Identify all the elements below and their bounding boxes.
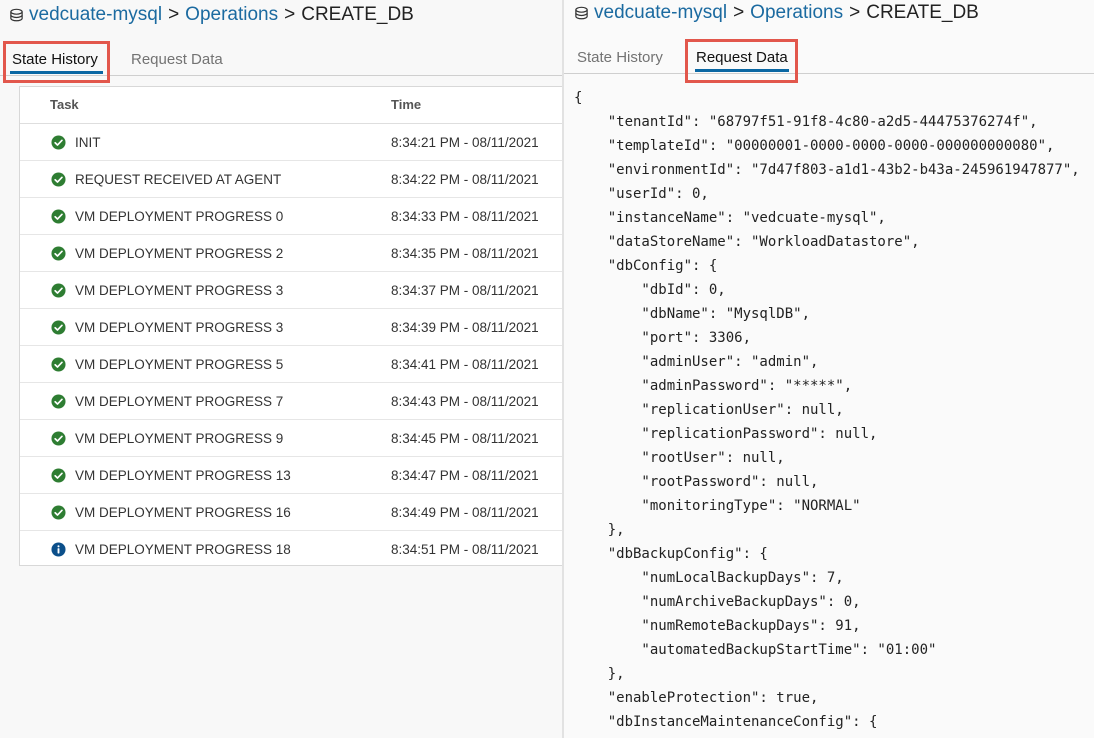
breadcrumb-current: CREATE_DB: [301, 4, 414, 25]
breadcrumb: vedcuate-mysql > Operations > CREATE_DB: [9, 3, 414, 27]
task-time: 8:34:37 PM - 08/11/2021: [391, 283, 539, 298]
table-row: REQUEST RECEIVED AT AGENT 8:34:22 PM - 08…: [20, 161, 562, 198]
success-check-icon: [51, 468, 66, 483]
task-time: 8:34:51 PM - 08/11/2021: [391, 542, 539, 557]
task-name: VM DEPLOYMENT PROGRESS 3: [75, 320, 284, 335]
table-row: INIT 8:34:21 PM - 08/11/2021: [20, 124, 562, 161]
breadcrumb-operations-link[interactable]: Operations: [185, 4, 278, 26]
active-tab-underline: [10, 71, 103, 74]
tab-state-history[interactable]: State History: [577, 49, 663, 66]
success-check-icon: [51, 505, 66, 520]
task-name: VM DEPLOYMENT PROGRESS 16: [75, 505, 291, 520]
success-check-icon: [51, 357, 66, 372]
table-row: VM DEPLOYMENT PROGRESS 13 8:34:47 PM - 08…: [20, 457, 562, 494]
breadcrumb-separator: >: [849, 2, 861, 23]
task-time: 8:34:22 PM - 08/11/2021: [391, 172, 539, 187]
success-check-icon: [51, 246, 66, 261]
task-time: 8:34:49 PM - 08/11/2021: [391, 505, 539, 520]
request-json: { "tenantId": "68797f51-91f8-4c80-a2d5-4…: [574, 90, 1080, 730]
task-name: VM DEPLOYMENT PROGRESS 3: [75, 283, 284, 298]
task-time: 8:34:35 PM - 08/11/2021: [391, 246, 539, 261]
task-name: VM DEPLOYMENT PROGRESS 13: [75, 468, 291, 483]
column-header-time: Time: [391, 97, 422, 112]
task-time: 8:34:47 PM - 08/11/2021: [391, 468, 539, 483]
column-header-task: Task: [50, 97, 79, 112]
task-name: REQUEST RECEIVED AT AGENT: [75, 172, 282, 187]
task-time: 8:34:41 PM - 08/11/2021: [391, 357, 539, 372]
breadcrumb-separator: >: [733, 2, 745, 23]
table-row: VM DEPLOYMENT PROGRESS 3 8:34:39 PM - 08/…: [20, 309, 562, 346]
success-check-icon: [51, 431, 66, 446]
task-name: VM DEPLOYMENT PROGRESS 9: [75, 431, 284, 446]
success-check-icon: [51, 283, 66, 298]
task-time: 8:34:33 PM - 08/11/2021: [391, 209, 539, 224]
database-icon: [9, 8, 24, 23]
request-data-pane: vedcuate-mysql > Operations > CREATE_DB …: [564, 0, 1094, 738]
task-name: VM DEPLOYMENT PROGRESS 0: [75, 209, 284, 224]
task-time: 8:34:21 PM - 08/11/2021: [391, 135, 539, 150]
breadcrumb-instance-link[interactable]: vedcuate-mysql: [594, 2, 727, 24]
task-name: VM DEPLOYMENT PROGRESS 7: [75, 394, 284, 409]
breadcrumb: vedcuate-mysql > Operations > CREATE_DB: [574, 1, 979, 25]
breadcrumb-separator: >: [168, 4, 180, 25]
table-row: VM DEPLOYMENT PROGRESS 7 8:34:43 PM - 08/…: [20, 383, 562, 420]
table-row: VM DEPLOYMENT PROGRESS 0 8:34:33 PM - 08/…: [20, 198, 562, 235]
table-row: VM DEPLOYMENT PROGRESS 9 8:34:45 PM - 08/…: [20, 420, 562, 457]
tab-request-data[interactable]: Request Data: [131, 51, 223, 68]
success-check-icon: [51, 172, 66, 187]
table-row: VM DEPLOYMENT PROGRESS 3 8:34:37 PM - 08/…: [20, 272, 562, 309]
table-row: VM DEPLOYMENT PROGRESS 16 8:34:49 PM - 08…: [20, 494, 562, 531]
table-row: VM DEPLOYMENT PROGRESS 5 8:34:41 PM - 08/…: [20, 346, 562, 383]
success-check-icon: [51, 135, 66, 150]
task-name: INIT: [75, 135, 101, 150]
breadcrumb-current: CREATE_DB: [866, 2, 979, 23]
task-name: VM DEPLOYMENT PROGRESS 5: [75, 357, 284, 372]
tab-bar-divider: [564, 73, 1094, 74]
database-icon: [574, 6, 589, 21]
table-header: Task Time: [20, 87, 562, 124]
breadcrumb-operations-link[interactable]: Operations: [750, 2, 843, 24]
tab-request-data[interactable]: Request Data: [696, 49, 788, 66]
info-icon: [51, 542, 66, 557]
task-name: VM DEPLOYMENT PROGRESS 2: [75, 246, 284, 261]
table-row: VM DEPLOYMENT PROGRESS 2 8:34:35 PM - 08/…: [20, 235, 562, 272]
task-time: 8:34:45 PM - 08/11/2021: [391, 431, 539, 446]
breadcrumb-separator: >: [284, 4, 296, 25]
breadcrumb-instance-link[interactable]: vedcuate-mysql: [29, 4, 162, 26]
task-time: 8:34:43 PM - 08/11/2021: [391, 394, 539, 409]
state-history-table: Task Time INIT 8:34:21 PM - 08/11/2021 REQ…: [19, 86, 562, 566]
task-name: VM DEPLOYMENT PROGRESS 18: [75, 542, 291, 557]
table-row: VM DEPLOYMENT PROGRESS 18 8:34:51 PM - 08…: [20, 531, 562, 568]
success-check-icon: [51, 320, 66, 335]
state-history-pane: vedcuate-mysql > Operations > CREATE_DB …: [0, 0, 562, 738]
success-check-icon: [51, 209, 66, 224]
task-time: 8:34:39 PM - 08/11/2021: [391, 320, 539, 335]
active-tab-underline: [695, 69, 789, 72]
tab-state-history[interactable]: State History: [12, 51, 98, 68]
success-check-icon: [51, 394, 66, 409]
